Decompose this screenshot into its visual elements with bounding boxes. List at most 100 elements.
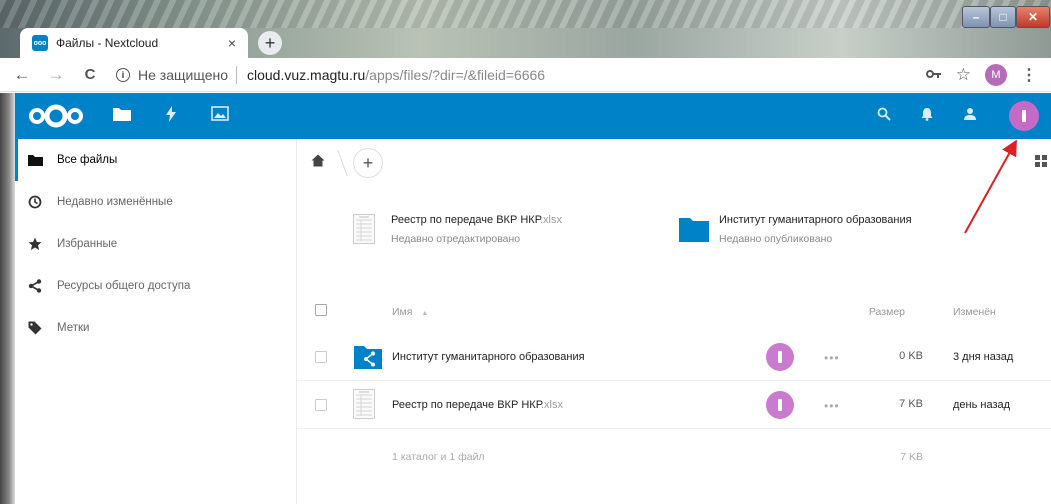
file-list-summary: 1 каталог и 1 файл: [392, 451, 485, 463]
sidebar-item-label: Недавно изменённые: [57, 196, 173, 208]
notifications-bell-icon[interactable]: [921, 107, 933, 126]
clock-icon: [27, 194, 43, 210]
recent-item-extension: .xlsx: [539, 214, 562, 226]
browser-tab[interactable]: ooo Файлы - Nextcloud ×: [20, 28, 248, 58]
url-host: cloud.vuz.magtu.ru: [247, 66, 366, 83]
key-icon[interactable]: [925, 67, 942, 82]
activity-app-icon[interactable]: [165, 105, 177, 127]
gallery-app-icon[interactable]: [211, 106, 229, 126]
url-path: /apps/files/?dir=/&fileid=6666: [365, 66, 546, 83]
recent-item[interactable]: Институт гуманитарного образования Недав…: [679, 214, 912, 247]
app-menu: [113, 105, 229, 127]
tab-close-icon[interactable]: ×: [228, 35, 236, 51]
file-list-total-size: 7 KB: [900, 451, 923, 463]
sidebar-item-label: Все файлы: [57, 154, 118, 166]
sort-ascending-icon: ▲: [421, 310, 429, 317]
recent-item[interactable]: Реестр по передаче ВКР НКР.xlsx Недавно …: [353, 214, 562, 249]
home-icon[interactable]: [311, 154, 325, 172]
avatar-placeholder-icon: [1022, 110, 1026, 122]
files-app-icon[interactable]: [113, 106, 131, 126]
back-button[interactable]: ←: [10, 65, 34, 85]
browser-menu-icon[interactable]: ⋮: [1021, 65, 1037, 85]
column-size-header[interactable]: Размер: [869, 306, 905, 318]
url-separator: [236, 65, 237, 84]
window-edge: [0, 93, 15, 504]
window-background: [0, 0, 1051, 28]
recent-item-basename: Реестр по передаче ВКР НКР: [391, 214, 540, 226]
sidebar-item-label: Избранные: [57, 238, 118, 250]
folder-icon: [679, 216, 709, 247]
spreadsheet-icon: [353, 389, 375, 424]
maximize-button[interactable]: □: [990, 6, 1016, 28]
row-checkbox[interactable]: [315, 351, 327, 363]
select-all-checkbox[interactable]: [315, 304, 327, 316]
grid-view-icon[interactable]: [1035, 154, 1047, 172]
file-extension: .xlsx: [540, 399, 563, 411]
avatar-placeholder-icon: [778, 351, 782, 363]
contacts-icon[interactable]: [963, 107, 979, 126]
sidebar-item-tags[interactable]: Метки: [15, 307, 296, 349]
reload-button[interactable]: C: [78, 66, 102, 83]
sidebar-item-label: Метки: [57, 322, 90, 334]
spreadsheet-icon: [353, 214, 375, 249]
insecure-label[interactable]: Не защищено: [138, 67, 228, 83]
files-main: + Реестр по передаче ВКР НКР.xlsx Недавн…: [297, 139, 1051, 504]
sidebar-item-all-files[interactable]: Все файлы: [15, 139, 296, 181]
file-modified: 3 дня назад: [953, 351, 1014, 363]
sharee-avatar[interactable]: [766, 391, 794, 419]
navigation-sidebar: Все файлы Недавно изменённые Избранные Р…: [15, 139, 297, 504]
star-icon: [27, 236, 43, 252]
search-icon[interactable]: [877, 107, 891, 126]
recent-item-text: Институт гуманитарного образования Недав…: [719, 214, 912, 245]
url-field[interactable]: i Не защищено cloud.vuz.magtu.ru /apps/f…: [116, 65, 926, 84]
recent-item-name: Реестр по передаче ВКР НКР.xlsx: [391, 214, 562, 226]
user-avatar[interactable]: [1009, 101, 1039, 131]
avatar-placeholder-icon: [778, 399, 782, 411]
file-modified: день назад: [953, 399, 1011, 411]
minimize-button[interactable]: –: [962, 6, 990, 28]
shared-folder-icon: [354, 344, 382, 374]
file-name[interactable]: Институт гуманитарного образования: [392, 351, 585, 363]
sharee-avatar[interactable]: [766, 343, 794, 371]
nextcloud-favicon-icon: ooo: [32, 35, 48, 51]
sidebar-item-favorites[interactable]: Избранные: [15, 223, 296, 265]
column-name-label: Имя: [392, 306, 413, 318]
new-tab-button[interactable]: +: [258, 31, 282, 55]
tag-icon: [27, 320, 43, 336]
share-icon: [27, 278, 43, 294]
file-name[interactable]: Реестр по передаче ВКР НКР.xlsx: [392, 399, 563, 411]
file-row[interactable]: Институт гуманитарного образования ••• 0…: [297, 333, 1051, 381]
tab-title: Файлы - Nextcloud: [56, 36, 159, 50]
breadcrumb-separator: [328, 150, 348, 176]
bookmark-star-icon[interactable]: ☆: [956, 65, 971, 85]
sidebar-item-shares[interactable]: Ресурсы общего доступа: [15, 265, 296, 307]
nextcloud-logo-icon[interactable]: [27, 103, 85, 129]
file-row[interactable]: Реестр по передаче ВКР НКР.xlsx ••• 7 KB…: [297, 381, 1051, 429]
profile-avatar[interactable]: M: [985, 63, 1007, 86]
row-checkbox[interactable]: [315, 399, 327, 411]
file-actions-menu-icon[interactable]: •••: [824, 351, 840, 365]
sidebar-item-recent[interactable]: Недавно изменённые: [15, 181, 296, 223]
column-name-header[interactable]: Имя ▲: [392, 306, 428, 318]
file-list-header: Имя ▲ Размер Изменён: [297, 294, 1051, 326]
header-right: [877, 101, 1039, 131]
close-window-button[interactable]: ✕: [1016, 6, 1050, 28]
file-actions-menu-icon[interactable]: •••: [824, 399, 840, 413]
file-size: 0 KB: [899, 350, 923, 362]
file-size: 7 KB: [899, 398, 923, 410]
recent-item-text: Реестр по передаче ВКР НКР.xlsx Недавно …: [391, 214, 562, 245]
info-icon[interactable]: i: [116, 67, 130, 82]
recent-item-subtitle: Недавно отредактировано: [391, 233, 521, 245]
folder-icon: [27, 152, 43, 168]
forward-button[interactable]: →: [44, 65, 68, 85]
sidebar-item-label: Ресурсы общего доступа: [57, 280, 191, 292]
recent-item-name: Институт гуманитарного образования: [719, 214, 912, 226]
browser-actions: ☆ M ⋮: [925, 63, 1037, 86]
breadcrumb: +: [311, 148, 383, 178]
address-bar: ← → C i Не защищено cloud.vuz.magtu.ru /…: [0, 58, 1051, 92]
nextcloud-header: [15, 93, 1051, 139]
file-basename: Реестр по передаче ВКР НКР: [392, 399, 541, 411]
recent-item-subtitle: Недавно опубликовано: [719, 233, 833, 245]
column-modified-header[interactable]: Изменён: [953, 306, 996, 318]
new-file-button[interactable]: +: [353, 148, 383, 178]
